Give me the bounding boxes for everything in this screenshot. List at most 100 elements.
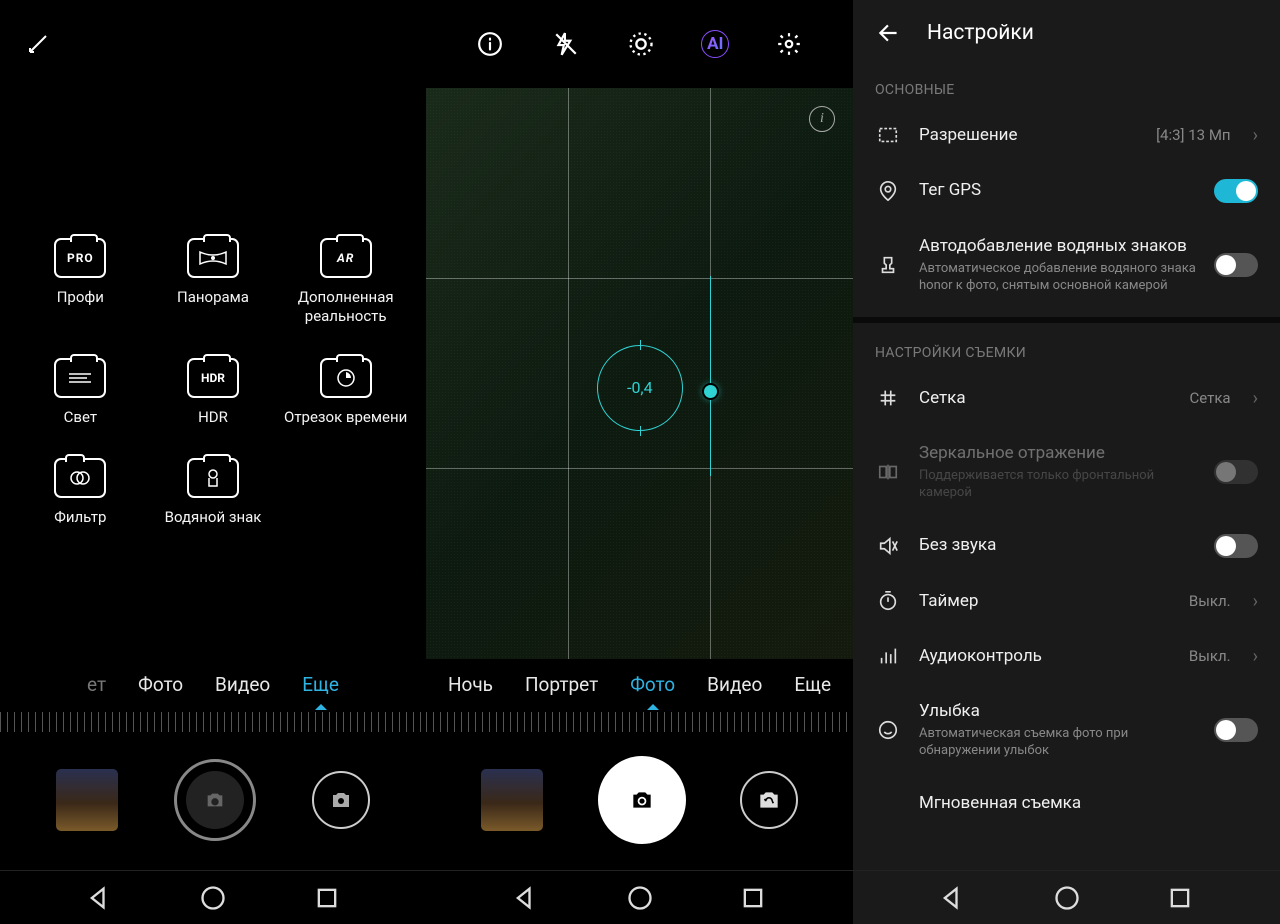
camera-icon (204, 789, 226, 811)
mode-label: Панорама (177, 288, 249, 307)
tab-night[interactable]: Ночь (446, 669, 495, 700)
mode-label: Профи (57, 288, 104, 307)
back-button[interactable] (86, 884, 114, 912)
tab-photo[interactable]: Фото (136, 669, 185, 700)
tick-ruler (0, 712, 426, 732)
setting-value: Сетка (1189, 389, 1230, 407)
pro-icon: PRO (54, 238, 106, 278)
setting-watermark[interactable]: Автодобавление водяных знаков Автоматиче… (853, 219, 1280, 311)
setting-label: Без звука (919, 534, 1196, 557)
mode-timelapse[interactable]: Отрезок времени (283, 358, 408, 427)
aspect-icon (875, 124, 901, 146)
tab-video[interactable]: Видео (213, 669, 272, 700)
mirror-icon (875, 461, 901, 483)
mode-label: Свет (64, 408, 97, 427)
pin-icon (875, 180, 901, 202)
tab-more[interactable]: Еще (300, 669, 341, 700)
shutter-button-disabled[interactable] (174, 759, 256, 841)
back-button[interactable] (939, 884, 967, 912)
back-arrow-icon[interactable] (873, 17, 905, 49)
android-navbar (0, 870, 426, 924)
setting-grid[interactable]: Сетка Сетка› (853, 371, 1280, 426)
setting-resolution[interactable]: Разрешение [4:3] 13 Мп › (853, 108, 1280, 163)
tab-portrait[interactable]: Портрет (523, 669, 600, 700)
setting-mute[interactable]: Без звука (853, 518, 1280, 574)
toggle[interactable] (1214, 179, 1258, 203)
timer-icon (875, 590, 901, 612)
chevron-right-icon: › (1253, 125, 1258, 146)
setting-value: [4:3] 13 Мп (1156, 126, 1231, 144)
switch-camera-button[interactable] (312, 771, 370, 829)
watermark-icon (187, 458, 239, 498)
info-icon[interactable] (474, 28, 506, 60)
chevron-right-icon: › (1253, 388, 1258, 409)
ai-icon[interactable]: AI (701, 30, 729, 58)
grid-line (568, 88, 569, 659)
setting-instant[interactable]: Мгновенная съемка (853, 776, 1280, 831)
flash-off-icon[interactable] (550, 28, 582, 60)
setting-subtitle: Автоматическая съемка фото при обнаружен… (919, 725, 1196, 760)
setting-label: Мгновенная съемка (919, 792, 1258, 815)
gallery-thumbnail[interactable] (481, 769, 543, 831)
camera-viewfinder[interactable]: i -0,4 (426, 88, 853, 659)
setting-gps[interactable]: Тег GPS (853, 163, 1280, 219)
mode-hdr[interactable]: HDRHDR (151, 358, 276, 427)
home-button[interactable] (1053, 884, 1081, 912)
mode-filter[interactable]: Фильтр (18, 458, 143, 527)
setting-subtitle: Автоматическое добавление водяного знака… (919, 260, 1196, 295)
home-button[interactable] (199, 884, 227, 912)
grid-icon (875, 387, 901, 409)
settings-panel: Настройки ОСНОВНЫЕ Разрешение [4:3] 13 М… (853, 0, 1280, 924)
setting-label: Зеркальное отражение (919, 442, 1196, 465)
toggle[interactable] (1214, 534, 1258, 558)
focus-indicator[interactable]: -0,4 (597, 345, 683, 431)
left-topbar (0, 0, 426, 88)
mode-light[interactable]: Свет (18, 358, 143, 427)
mute-icon (875, 535, 901, 557)
recents-button[interactable] (1166, 884, 1194, 912)
mode-watermark[interactable]: Водяной знак (151, 458, 276, 527)
setting-smile[interactable]: Улыбка Автоматическая съемка фото при об… (853, 684, 1280, 776)
stamp-icon (875, 254, 901, 276)
tab-et[interactable]: ет (85, 669, 108, 700)
tick-ruler (426, 712, 853, 732)
live-photo-icon[interactable] (625, 28, 657, 60)
section-header: НАСТРОЙКИ СЪЕМКИ (853, 329, 1280, 371)
tab-more[interactable]: Еще (792, 669, 833, 700)
capture-row (0, 740, 426, 870)
mode-ar[interactable]: ARДополненная реальность (283, 238, 408, 326)
bars-icon (875, 645, 901, 667)
tab-photo[interactable]: Фото (628, 669, 677, 700)
edit-icon[interactable] (22, 28, 54, 60)
mode-panorama[interactable]: Панорама (151, 238, 276, 326)
info-overlay-icon[interactable]: i (809, 106, 835, 132)
exposure-slider-handle[interactable] (704, 385, 717, 398)
exposure-slider-track[interactable] (710, 276, 711, 476)
light-icon (54, 358, 106, 398)
gallery-thumbnail[interactable] (56, 769, 118, 831)
setting-timer[interactable]: Таймер Выкл.› (853, 574, 1280, 629)
back-button[interactable] (512, 884, 540, 912)
settings-icon[interactable] (773, 28, 805, 60)
panorama-icon (187, 238, 239, 278)
toggle[interactable] (1214, 253, 1258, 277)
switch-camera-button[interactable] (740, 771, 798, 829)
setting-mirror: Зеркальное отражение Поддерживается толь… (853, 426, 1280, 518)
shutter-button[interactable] (598, 756, 686, 844)
tab-video[interactable]: Видео (705, 669, 764, 700)
setting-audio[interactable]: Аудиоконтроль Выкл.› (853, 629, 1280, 684)
switch-camera-icon (756, 787, 782, 813)
recents-button[interactable] (313, 884, 341, 912)
recents-button[interactable] (739, 884, 767, 912)
toggle[interactable] (1214, 718, 1258, 742)
mode-pro[interactable]: PRO Профи (18, 238, 143, 326)
home-button[interactable] (626, 884, 654, 912)
filter-icon (54, 458, 106, 498)
left-mode-tabs: ет Фото Видео Еще (0, 663, 426, 706)
section-header: ОСНОВНЫЕ (853, 66, 1280, 108)
setting-label: Таймер (919, 590, 1171, 613)
setting-label: Автодобавление водяных знаков (919, 235, 1196, 258)
settings-title: Настройки (927, 21, 1034, 45)
camera-modes-panel: PRO Профи Панорама ARДополненная реальность… (0, 0, 426, 924)
setting-label: Разрешение (919, 124, 1138, 147)
